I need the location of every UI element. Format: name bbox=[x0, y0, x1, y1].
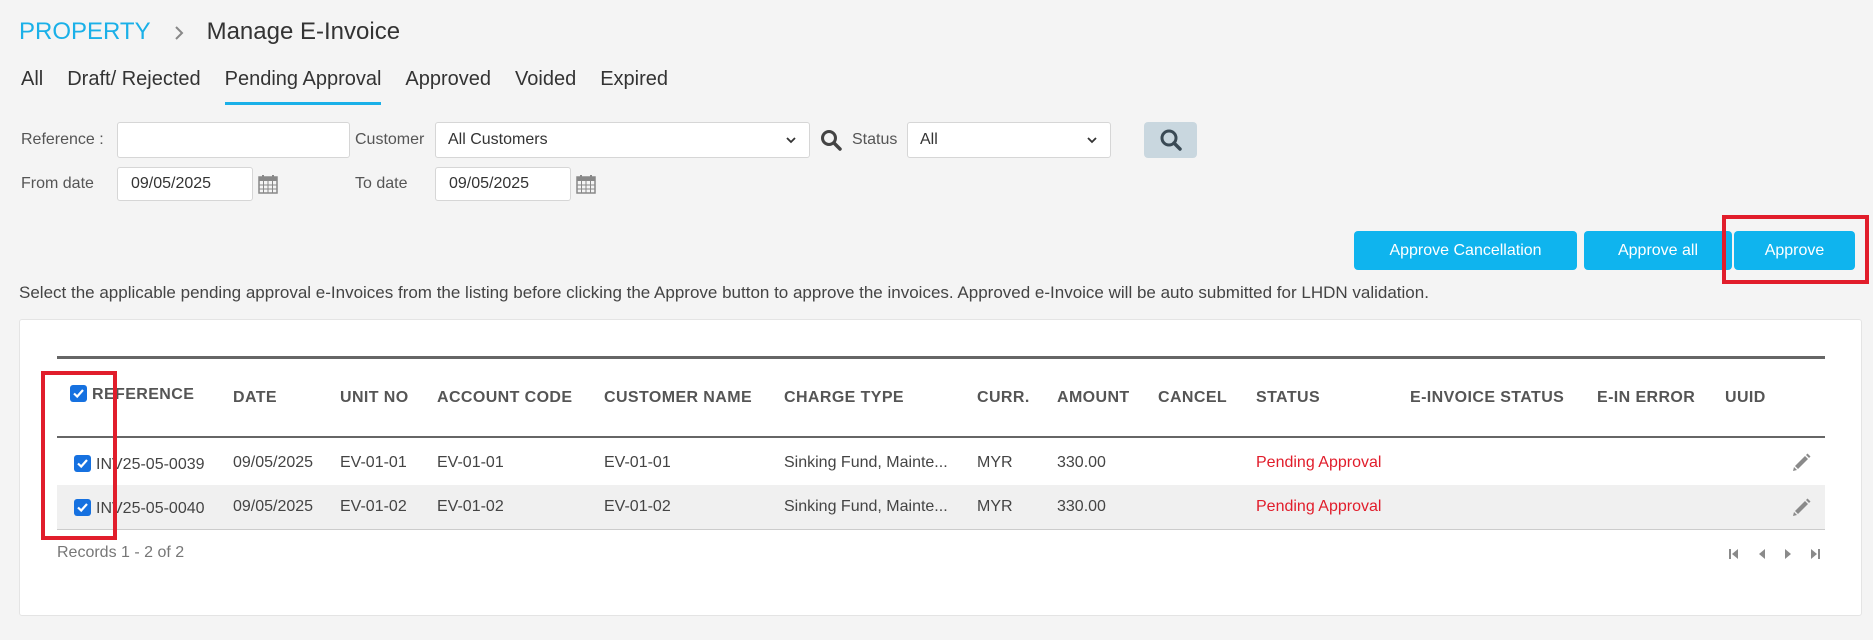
breadcrumb: PROPERTY Manage E-Invoice bbox=[19, 18, 400, 46]
select-all-checkbox[interactable] bbox=[70, 385, 87, 402]
from-date-label: From date bbox=[21, 175, 94, 192]
table-top-divider bbox=[57, 356, 1825, 359]
approve-cancellation-button[interactable]: Approve Cancellation bbox=[1354, 231, 1577, 270]
help-text: Select the applicable pending approval e… bbox=[19, 283, 1429, 302]
header-ein-error[interactable]: E-IN ERROR bbox=[1597, 389, 1695, 407]
tab-draft-rejected[interactable]: Draft/ Rejected bbox=[67, 68, 200, 105]
tab-approved[interactable]: Approved bbox=[405, 68, 491, 105]
search-icon[interactable] bbox=[820, 129, 842, 151]
chevron-down-icon bbox=[1087, 137, 1097, 144]
tab-all[interactable]: All bbox=[21, 68, 43, 105]
header-reference[interactable]: REFERENCE bbox=[92, 386, 194, 404]
approve-all-button[interactable]: Approve all bbox=[1584, 231, 1732, 270]
status-select-value: All bbox=[920, 131, 938, 148]
next-page-icon[interactable] bbox=[1782, 548, 1794, 560]
checkbox-icon bbox=[77, 459, 88, 469]
cell-date: 09/05/2025 bbox=[233, 454, 314, 471]
chevron-down-icon bbox=[786, 137, 796, 144]
cell-account-code: EV-01-01 bbox=[437, 454, 504, 471]
cell-date: 09/05/2025 bbox=[233, 498, 314, 515]
cell-reference[interactable]: INV25-05-0039 bbox=[96, 456, 205, 474]
tab-pending-approval[interactable]: Pending Approval bbox=[224, 68, 382, 105]
status-label: Status bbox=[852, 131, 898, 148]
header-curr[interactable]: CURR. bbox=[977, 389, 1030, 407]
cell-charge-type: Sinking Fund, Mainte... bbox=[784, 454, 948, 471]
row-checkbox[interactable] bbox=[74, 499, 91, 516]
pencil-icon[interactable] bbox=[1792, 497, 1812, 517]
to-date-input[interactable]: 09/05/2025 bbox=[435, 167, 571, 201]
cell-unit-no: EV-01-02 bbox=[340, 498, 407, 515]
to-date-value: 09/05/2025 bbox=[449, 175, 530, 192]
row-checkbox[interactable] bbox=[74, 455, 91, 472]
cell-status: Pending Approval bbox=[1256, 454, 1382, 471]
status-select[interactable]: All bbox=[907, 122, 1111, 158]
tab-voided[interactable]: Voided bbox=[515, 68, 576, 105]
customer-select[interactable]: All Customers bbox=[435, 122, 810, 158]
from-date-value: 09/05/2025 bbox=[131, 175, 212, 192]
cell-amount: 330.00 bbox=[1057, 498, 1106, 515]
customer-select-value: All Customers bbox=[448, 131, 548, 148]
search-icon bbox=[1160, 129, 1182, 151]
cell-amount: 330.00 bbox=[1057, 454, 1106, 471]
cell-charge-type: Sinking Fund, Mainte... bbox=[784, 498, 948, 515]
header-customer-name[interactable]: CUSTOMER NAME bbox=[604, 389, 752, 407]
header-charge-type[interactable]: CHARGE TYPE bbox=[784, 389, 904, 407]
cell-status: Pending Approval bbox=[1256, 498, 1382, 515]
last-page-icon[interactable] bbox=[1809, 548, 1821, 560]
checkbox-icon bbox=[77, 503, 88, 513]
cell-unit-no: EV-01-01 bbox=[340, 454, 407, 471]
header-unit-no[interactable]: UNIT NO bbox=[340, 389, 409, 407]
header-amount[interactable]: AMOUNT bbox=[1057, 389, 1130, 407]
pencil-icon[interactable] bbox=[1792, 452, 1812, 472]
search-button[interactable] bbox=[1144, 122, 1197, 158]
checkbox-icon bbox=[73, 389, 84, 399]
calendar-icon[interactable] bbox=[576, 174, 596, 194]
cell-account-code: EV-01-02 bbox=[437, 498, 504, 515]
reference-label: Reference : bbox=[21, 131, 104, 148]
header-uuid[interactable]: UUID bbox=[1725, 389, 1766, 407]
prev-page-icon[interactable] bbox=[1756, 548, 1768, 560]
reference-input[interactable] bbox=[117, 122, 350, 158]
header-einvoice-status[interactable]: E-INVOICE STATUS bbox=[1410, 389, 1564, 407]
cell-reference[interactable]: INV25-05-0040 bbox=[96, 500, 205, 518]
page-title: Manage E-Invoice bbox=[206, 18, 401, 45]
to-date-label: To date bbox=[355, 175, 408, 192]
header-status[interactable]: STATUS bbox=[1256, 389, 1320, 407]
chevron-right-icon bbox=[173, 26, 185, 40]
tab-bar: All Draft/ Rejected Pending Approval App… bbox=[21, 68, 692, 105]
approve-button[interactable]: Approve bbox=[1734, 231, 1855, 270]
cell-customer-name: EV-01-01 bbox=[604, 454, 671, 471]
customer-label: Customer bbox=[355, 131, 425, 148]
breadcrumb-root[interactable]: PROPERTY bbox=[19, 18, 151, 46]
tab-expired[interactable]: Expired bbox=[600, 68, 668, 105]
header-cancel[interactable]: CANCEL bbox=[1158, 389, 1227, 407]
records-count: Records 1 - 2 of 2 bbox=[57, 544, 185, 561]
first-page-icon[interactable] bbox=[1728, 548, 1740, 560]
header-account-code[interactable]: ACCOUNT CODE bbox=[437, 389, 572, 407]
header-date[interactable]: DATE bbox=[233, 389, 277, 407]
from-date-input[interactable]: 09/05/2025 bbox=[117, 167, 253, 201]
table-header-divider bbox=[57, 436, 1825, 438]
cell-curr: MYR bbox=[977, 454, 1013, 471]
cell-curr: MYR bbox=[977, 498, 1013, 515]
calendar-icon[interactable] bbox=[258, 174, 278, 194]
cell-customer-name: EV-01-02 bbox=[604, 498, 671, 515]
